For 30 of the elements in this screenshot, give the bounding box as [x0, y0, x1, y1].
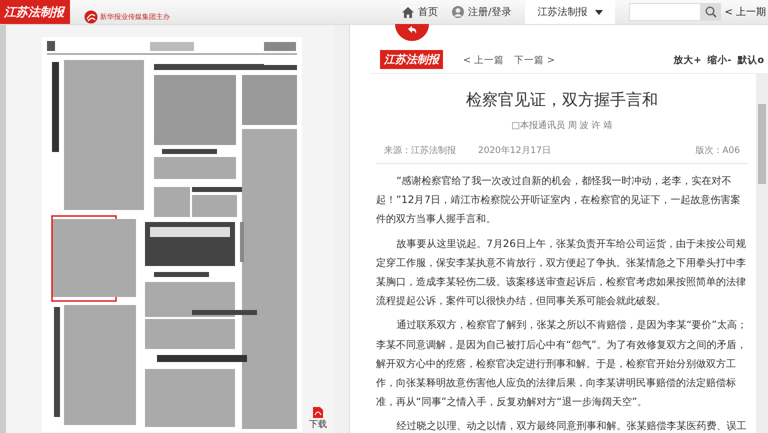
scrollbar[interactable] [756, 74, 768, 433]
article-paragraph: “感谢检察官给了我一次改过自新的机会，都怪我一时冲动，老李，实在对不起！”12月7日，靖江市检察院公开听证室内，在检察官的见证下，一起故意伤害案件的双方当事人握手言和。 [376, 174, 742, 228]
previous-article-link[interactable]: < 上一篇 [463, 54, 504, 67]
article-byline: □本报通讯员 周 波 许 靖 [510, 120, 614, 132]
search-field[interactable] [629, 3, 702, 21]
site-logo[interactable]: 江苏法制报 [0, 0, 70, 24]
caret-icon [595, 10, 604, 14]
article-edition: 版次：A06 [695, 144, 740, 157]
paper-dropdown[interactable]: 江苏法制报 [525, 0, 616, 24]
article-source: 来源：江苏法制报 [384, 144, 456, 157]
search-button[interactable] [701, 3, 722, 21]
font-size-button[interactable]: 默认o [731, 54, 764, 69]
download-link[interactable]: 下载 [309, 407, 327, 431]
article-date: 2020年12月17日 [478, 144, 551, 157]
home-icon [402, 6, 414, 18]
next-article-link[interactable]: 下一篇 > [514, 54, 555, 67]
font-size-button[interactable]: 放大+ [668, 54, 702, 69]
nav-link[interactable]: 首页 [402, 5, 438, 19]
article-paragraph: 经过晓之以理、动之以情，双方最终同意刑事和解。张某赔偿李某医药费、误工 [395, 420, 748, 433]
newspaper-logo: 江苏法制报 [380, 50, 443, 69]
search-icon [705, 6, 718, 18]
nav-link[interactable]: 注册/登录 [452, 5, 512, 19]
font-size-button[interactable]: 缩小- [702, 54, 732, 69]
previous-issue-link[interactable]: < 上一期 [724, 5, 766, 19]
article-paragraph: 通过联系双方，检察官了解到，张某之所以不肯赔偿，是因为李某“要价”太高；李某不同意调解，是因为自己被打后心中有“怨气”。为了有效修复双方之间的矛盾，解开双方心中的疙瘩，检察官决定进行刑事和解。于是，检察官开始分别做双方工作，向张某释明故意伤害他人应负的法律后果，向李某讲明民事赔偿的法定赔偿标准，再从“同事”之情入手，反复劝解对方“退一步海阔天空”。 [376, 318, 748, 410]
article-title: 检察官见证，双方握手言和 [465, 90, 659, 111]
article-paragraph: 故事要从这里说起。7月26日上午，张某负责开车给公司运货，由于未按公司规定穿工作服，保安李某执意不肯放行，双方便起了争执。张某情急之下用拳头打中李某胸口，造成李某轻伤二级。该案移送审查起诉后，检察官考虑如果按照简单的法律流程提起公诉，案件可以很快办结，但同事关系可能会就此破裂。 [376, 238, 747, 310]
back-button[interactable] [394, 24, 428, 44]
user-icon [452, 6, 464, 18]
pdf-icon [313, 407, 323, 418]
